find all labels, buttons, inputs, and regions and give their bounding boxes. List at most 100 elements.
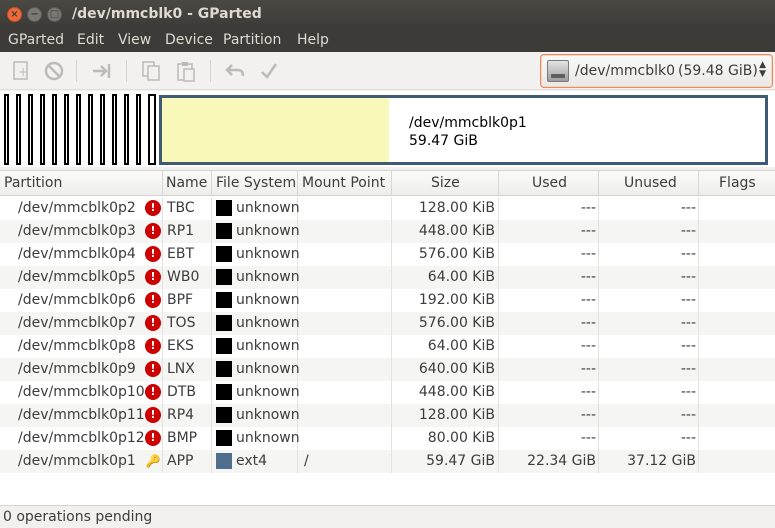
column-divider bbox=[698, 381, 699, 404]
filesystem-color-swatch bbox=[216, 430, 232, 446]
column-divider bbox=[162, 197, 163, 220]
minimize-icon: − bbox=[30, 8, 39, 20]
filesystem-color-swatch bbox=[216, 361, 232, 377]
filesystem-color-swatch bbox=[216, 246, 232, 262]
filesystem: unknown bbox=[236, 315, 300, 331]
column-header-unused[interactable]: Unused bbox=[624, 175, 677, 191]
table-row[interactable]: /dev/mmcblk0p1 🔑 APP ext4 / 59.47 GiB 22.34 Gi… bbox=[0, 450, 775, 473]
column-divider bbox=[498, 220, 499, 243]
column-header-partition[interactable]: Partition bbox=[4, 175, 62, 191]
filesystem: unknown bbox=[236, 223, 300, 239]
partition-block[interactable] bbox=[28, 94, 33, 165]
partition-name: EBT bbox=[167, 246, 195, 262]
device-selector[interactable]: /dev/mmcblk0 (59.48 GiB) ▲ ▼ bbox=[540, 54, 773, 88]
column-divider bbox=[391, 197, 392, 220]
column-divider[interactable] bbox=[162, 171, 163, 196]
minimize-window-button[interactable]: − bbox=[27, 7, 42, 22]
undo-button[interactable] bbox=[224, 60, 246, 82]
resize-move-button[interactable] bbox=[91, 60, 113, 82]
menu-partition[interactable]: Partition bbox=[223, 32, 281, 48]
filesystem-color-swatch bbox=[216, 269, 232, 285]
partition-block[interactable] bbox=[40, 94, 45, 165]
column-header-mount-point[interactable]: Mount Point bbox=[302, 175, 385, 191]
menu-view[interactable]: View bbox=[118, 32, 151, 48]
table-row[interactable]: /dev/mmcblk0p2! TBC unknown 128.00 KiB --- --… bbox=[0, 197, 775, 220]
column-header-size[interactable]: Size bbox=[431, 175, 460, 191]
column-divider bbox=[698, 197, 699, 220]
filesystem: unknown bbox=[236, 430, 300, 446]
partition-block[interactable] bbox=[4, 94, 9, 165]
new-partition-button[interactable]: + bbox=[10, 60, 32, 82]
filesystem-color-swatch bbox=[216, 384, 232, 400]
column-divider bbox=[211, 335, 212, 358]
used-space: --- bbox=[580, 200, 596, 216]
column-divider bbox=[162, 427, 163, 450]
partition-block[interactable] bbox=[124, 94, 129, 165]
table-row[interactable]: /dev/mmcblk0p4! EBT unknown 576.00 KiB --- --… bbox=[0, 243, 775, 266]
partition-block[interactable] bbox=[100, 94, 105, 165]
table-row[interactable]: /dev/mmcblk0p5! WB0 unknown 64.00 KiB --- --- bbox=[0, 266, 775, 289]
partition-path: /dev/mmcblk0p5 bbox=[18, 269, 136, 285]
partition-block[interactable] bbox=[76, 94, 81, 165]
column-divider bbox=[598, 312, 599, 335]
table-row[interactable]: /dev/mmcblk0p9! LNX unknown 640.00 KiB --- --… bbox=[0, 358, 775, 381]
menu-help[interactable]: Help bbox=[297, 32, 329, 48]
table-row[interactable]: /dev/mmcblk0p8! EKS unknown 64.00 KiB --- --- bbox=[0, 335, 775, 358]
error-icon: ! bbox=[145, 407, 161, 423]
column-divider[interactable] bbox=[698, 171, 699, 196]
partition-size: 64.00 KiB bbox=[427, 338, 495, 354]
copy-button[interactable] bbox=[140, 60, 162, 82]
filesystem: unknown bbox=[236, 407, 300, 423]
column-divider bbox=[211, 381, 212, 404]
column-divider bbox=[498, 450, 499, 473]
menu-device[interactable]: Device bbox=[165, 32, 213, 48]
partition-block[interactable] bbox=[136, 94, 141, 165]
column-divider bbox=[698, 358, 699, 381]
used-space: 22.34 GiB bbox=[527, 453, 596, 469]
partition-block[interactable] bbox=[64, 94, 69, 165]
device-name: /dev/mmcblk0 bbox=[575, 63, 675, 79]
partition-block[interactable] bbox=[88, 94, 93, 165]
used-space: --- bbox=[580, 246, 596, 262]
apply-icon bbox=[261, 63, 278, 79]
column-divider[interactable] bbox=[498, 171, 499, 196]
filesystem: unknown bbox=[236, 246, 300, 262]
column-header-flags[interactable]: Flags bbox=[719, 175, 756, 191]
column-divider[interactable] bbox=[211, 171, 212, 196]
used-space: --- bbox=[580, 361, 596, 377]
column-divider bbox=[698, 450, 699, 473]
drive-icon bbox=[547, 60, 569, 82]
partition-path: /dev/mmcblk0p11 bbox=[18, 407, 145, 423]
column-divider bbox=[211, 450, 212, 473]
partition-block[interactable] bbox=[16, 94, 21, 165]
table-row[interactable]: /dev/mmcblk0p7! TOS unknown 576.00 KiB --- --… bbox=[0, 312, 775, 335]
column-divider bbox=[162, 243, 163, 266]
unused-space: --- bbox=[680, 361, 696, 377]
partition-block[interactable] bbox=[112, 94, 117, 165]
menu-edit[interactable]: Edit bbox=[77, 32, 104, 48]
column-divider[interactable] bbox=[598, 171, 599, 196]
table-row[interactable]: /dev/mmcblk0p12! BMP unknown 80.00 KiB --- --… bbox=[0, 427, 775, 450]
partition-block-main[interactable]: /dev/mmcblk0p1 59.47 GiB bbox=[159, 95, 768, 165]
table-row[interactable]: /dev/mmcblk0p10! DTB unknown 448.00 KiB --- -… bbox=[0, 381, 775, 404]
close-window-button[interactable]: × bbox=[7, 7, 22, 22]
column-header-name[interactable]: Name bbox=[166, 175, 207, 191]
column-divider[interactable] bbox=[391, 171, 392, 196]
table-row[interactable]: /dev/mmcblk0p3! RP1 unknown 448.00 KiB --- --… bbox=[0, 220, 775, 243]
table-row[interactable]: /dev/mmcblk0p11! RP4 unknown 128.00 KiB --- -… bbox=[0, 404, 775, 427]
apply-button[interactable] bbox=[258, 60, 280, 82]
column-header-used[interactable]: Used bbox=[532, 175, 567, 191]
filesystem-color-swatch bbox=[216, 292, 232, 308]
delete-partition-button[interactable] bbox=[43, 60, 65, 82]
maximize-window-button[interactable]: □ bbox=[47, 7, 62, 22]
partition-path: /dev/mmcblk0p6 bbox=[18, 292, 136, 308]
paste-button[interactable] bbox=[175, 60, 197, 82]
column-divider bbox=[211, 220, 212, 243]
partition-block[interactable] bbox=[148, 94, 156, 165]
column-divider[interactable] bbox=[297, 171, 298, 196]
undo-icon bbox=[225, 64, 245, 77]
table-row[interactable]: /dev/mmcblk0p6! BPF unknown 192.00 KiB --- --… bbox=[0, 289, 775, 312]
menu-gparted[interactable]: GParted bbox=[8, 32, 64, 48]
partition-block[interactable] bbox=[52, 94, 57, 165]
column-header-filesystem[interactable]: File System bbox=[216, 175, 296, 191]
